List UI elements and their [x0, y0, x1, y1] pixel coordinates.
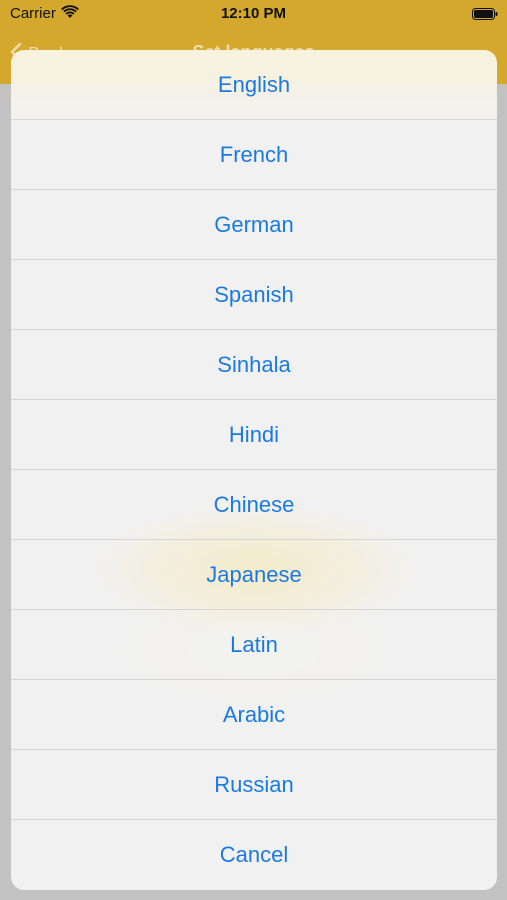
- status-bar: Carrier 12:10 PM: [0, 0, 507, 28]
- language-option-chinese[interactable]: Chinese: [11, 470, 497, 540]
- language-option-russian[interactable]: Russian: [11, 750, 497, 820]
- language-option-sinhala[interactable]: Sinhala: [11, 330, 497, 400]
- cancel-button[interactable]: Cancel: [11, 820, 497, 890]
- language-option-english[interactable]: English: [11, 50, 497, 120]
- language-action-sheet: English French German Spanish Sinhala Hi…: [11, 50, 497, 890]
- language-option-latin[interactable]: Latin: [11, 610, 497, 680]
- status-time: 12:10 PM: [220, 5, 287, 22]
- language-list: English French German Spanish Sinhala Hi…: [11, 50, 497, 890]
- language-option-japanese[interactable]: Japanese: [11, 540, 497, 610]
- language-option-hindi[interactable]: Hindi: [11, 400, 497, 470]
- language-option-spanish[interactable]: Spanish: [11, 260, 497, 330]
- battery-icon: [472, 7, 498, 20]
- language-option-french[interactable]: French: [11, 120, 497, 190]
- language-option-german[interactable]: German: [11, 190, 497, 260]
- language-option-arabic[interactable]: Arabic: [11, 680, 497, 750]
